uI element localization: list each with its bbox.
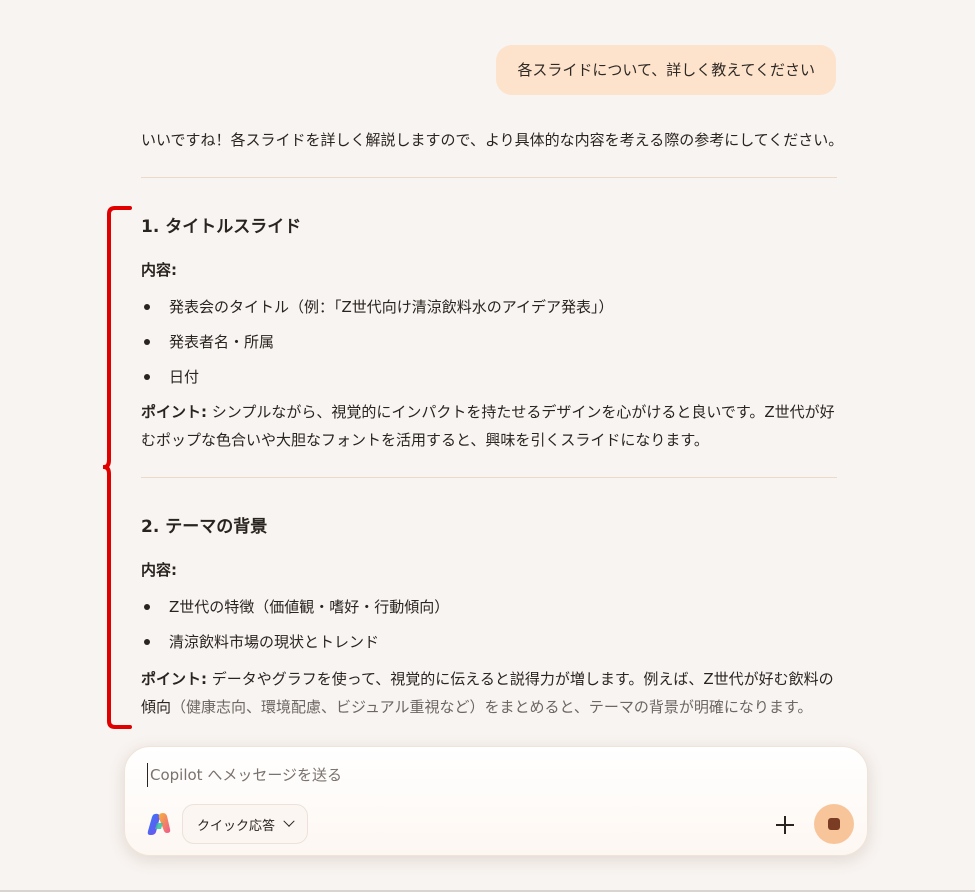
section-point: ポイント: シンプルながら、視覚的にインパクトを持たせるデザインを心がけると良い…	[141, 398, 837, 454]
point-text-faded: （健康志向、環境配慮、ビジュアル重視など）をまとめると、テーマの背景が明確になり…	[171, 698, 813, 716]
bullet-list: Z世代の特徴（価値観・嗜好・行動傾向） 清涼飲料市場の現状とトレンド	[141, 596, 837, 666]
chevron-down-icon	[283, 815, 295, 827]
section-heading-theme-background: 2. テーマの背景	[141, 517, 268, 537]
section-point: ポイント: データやグラフを使って、視覚的に伝えると説得力が増します。例えば、Z…	[141, 665, 837, 721]
list-item: 発表者名・所属	[141, 331, 837, 366]
bullet-list: 発表会のタイトル（例：「Z世代向け清涼飲料水のアイデア発表」） 発表者名・所属 …	[141, 296, 837, 401]
section-heading-title-slide: 1. タイトルスライド	[141, 217, 302, 237]
list-item: Z世代の特徴（価値観・嗜好・行動傾向）	[141, 596, 837, 631]
stop-generating-button[interactable]	[814, 804, 854, 844]
list-item: 発表会のタイトル（例：「Z世代向け清涼飲料水のアイデア発表」）	[141, 296, 837, 331]
divider	[141, 477, 837, 478]
point-label: ポイント:	[141, 403, 207, 421]
message-input[interactable]	[147, 763, 747, 787]
message-composer: クイック応答	[124, 746, 868, 856]
add-attachment-button[interactable]	[767, 807, 803, 843]
section-content-label: 内容:	[141, 261, 177, 279]
section-content-label: 内容:	[141, 561, 177, 579]
response-mode-dropdown[interactable]: クイック応答	[182, 804, 309, 844]
copilot-logo-icon	[147, 813, 171, 835]
list-item: 清涼飲料市場の現状とトレンド	[141, 631, 837, 666]
response-mode-label: クイック応答	[197, 818, 276, 834]
point-text: シンプルながら、視覚的にインパクトを持たせるデザインを心がけると良いです。Z世代…	[141, 403, 835, 449]
divider	[141, 177, 837, 178]
point-label: ポイント:	[141, 670, 207, 688]
annotation-bracket	[103, 206, 132, 729]
user-message-bubble: 各スライドについて、詳しく教えてください	[496, 45, 836, 95]
list-item: 日付	[141, 366, 837, 401]
response-intro: いいですね！各スライドを詳しく解説しますので、より具体的な内容を考える際の参考に…	[141, 131, 844, 149]
stop-icon	[828, 818, 840, 830]
